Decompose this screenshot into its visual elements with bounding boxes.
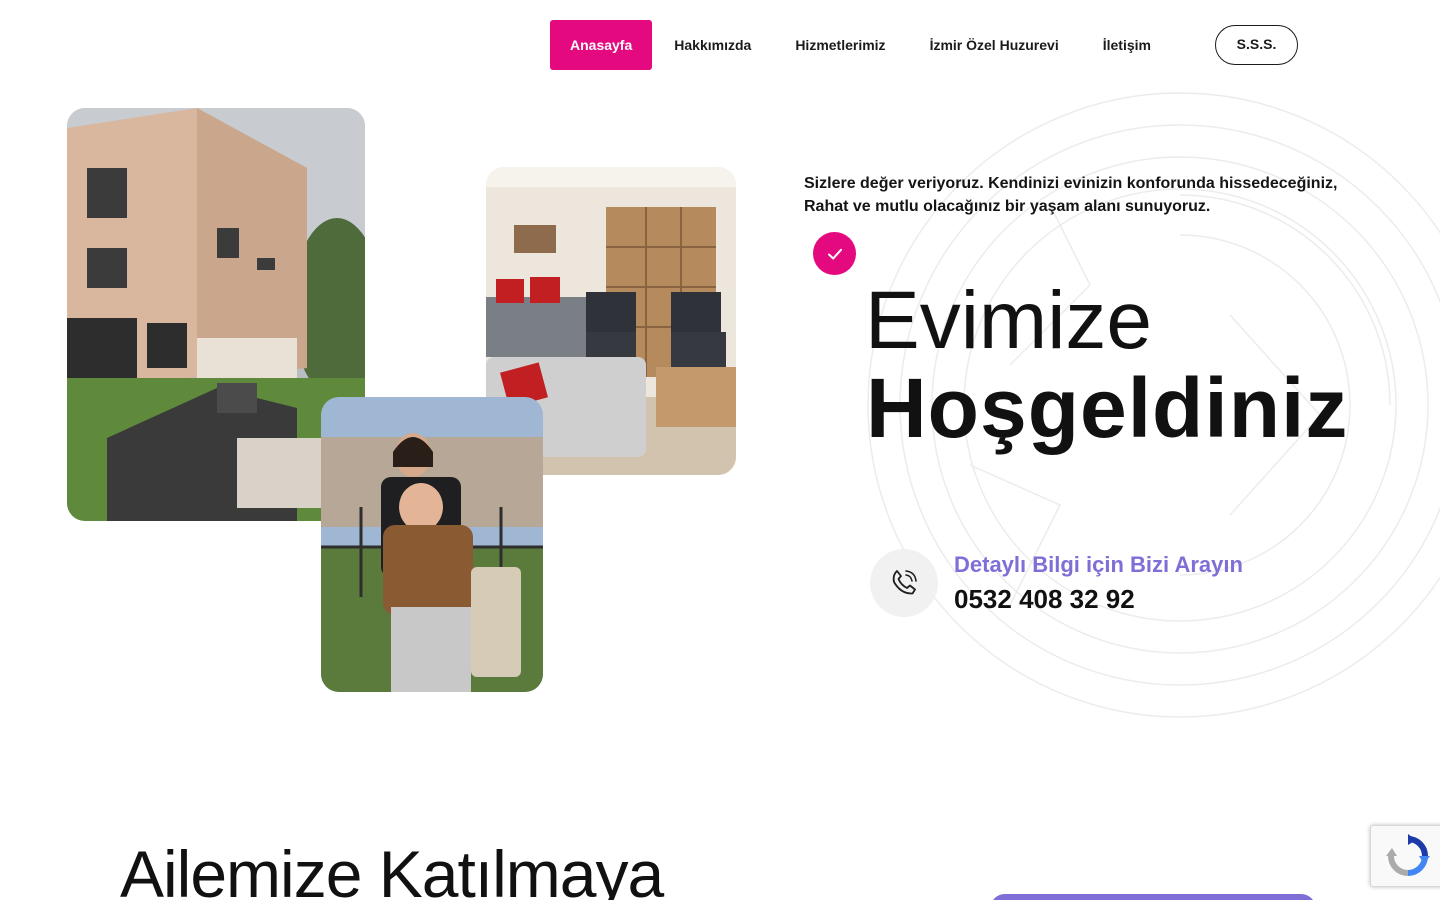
recaptcha-badge[interactable] [1370,825,1440,887]
checkmark-icon [827,248,842,259]
nav-item-hizmetlerimiz[interactable]: Hizmetlerimiz [773,20,907,70]
caregiver-resident-photo [321,397,543,692]
nav-item-anasayfa[interactable]: Anasayfa [550,20,653,70]
cta-button[interactable] [990,894,1316,900]
phone-icon [892,570,917,595]
recaptcha-icon [1386,834,1430,876]
check-badge [813,232,856,275]
hero-title-light: Evimize [865,275,1153,366]
nav-item-hakkimizda[interactable]: Hakkımızda [652,20,773,70]
sss-button[interactable]: S.S.S. [1215,25,1298,65]
hero-title-bold: Hoşgeldiniz [866,361,1349,455]
nav-item-izmir-ozel-huzurevi[interactable]: İzmir Özel Huzurevi [908,20,1081,70]
nav-item-iletisim[interactable]: İletişim [1081,20,1173,70]
main-nav: Anasayfa Hakkımızda Hizmetlerimiz İzmir … [550,20,1173,70]
join-family-heading: Ailemize Katılmaya [120,837,664,900]
hero-intro-line-2: Rahat ve mutlu olacağınız bir yaşam alan… [804,198,1211,215]
contact-caption: Detaylı Bilgi için Bizi Arayın [954,552,1243,577]
contact-phone-number[interactable]: 0532 408 32 92 [954,584,1135,615]
phone-icon-circle[interactable] [870,549,938,617]
hero-intro-line-1: Sizlere değer veriyoruz. Kendinizi evini… [804,175,1338,192]
hero-intro-text: Sizlere değer veriyoruz. Kendinizi evini… [804,172,1364,218]
